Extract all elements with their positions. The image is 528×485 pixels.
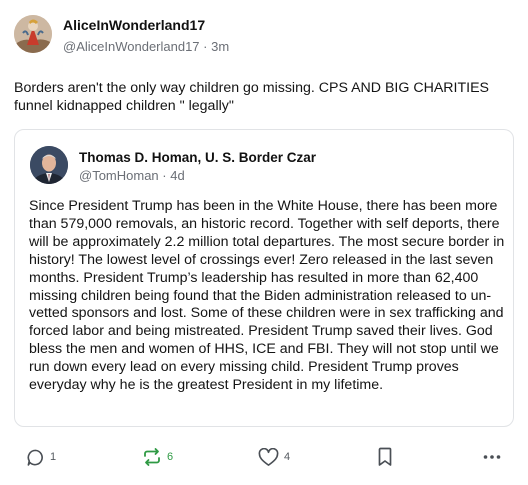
- reply-icon: [27, 449, 43, 466]
- post-text: Borders aren't the only way children go …: [14, 80, 490, 114]
- author-name[interactable]: AliceInWonderland17: [63, 17, 205, 33]
- quoted-author-avatar[interactable]: [30, 146, 68, 184]
- like-button[interactable]: 4: [258, 446, 290, 468]
- quoted-author-name[interactable]: Thomas D. Homan, U. S. Border Czar: [79, 150, 316, 165]
- author-handle[interactable]: @AliceInWonderland17: [63, 39, 200, 54]
- like-count: 4: [284, 451, 291, 463]
- quoted-author-handle[interactable]: @TomHoman: [79, 168, 159, 183]
- bookmark-icon: [378, 447, 392, 466]
- post-time[interactable]: 3m: [211, 39, 229, 54]
- repost-button[interactable]: 6: [142, 446, 173, 468]
- quoted-post[interactable]: Thomas D. Homan, U. S. Border Czar @TomH…: [14, 129, 514, 427]
- heart-icon: [258, 447, 279, 466]
- quoted-meta-separator: ·: [158, 168, 171, 183]
- more-icon: [483, 455, 501, 459]
- quoted-post-text: Since President Trump has been in the Wh…: [29, 198, 505, 394]
- post-card: AliceInWonderland17 @AliceInWonderland17…: [0, 0, 528, 485]
- reply-button[interactable]: 1: [26, 446, 56, 468]
- action-bar: 1 6 4: [0, 440, 528, 474]
- author-meta: @AliceInWonderland17 · 3m: [63, 39, 229, 54]
- repost-icon: [144, 448, 160, 466]
- quoted-author-meta: @TomHoman · 4d: [79, 168, 185, 183]
- quoted-post-time[interactable]: 4d: [170, 168, 184, 183]
- reply-count: 1: [50, 451, 57, 463]
- repost-count: 6: [167, 451, 174, 463]
- meta-separator: ·: [199, 39, 212, 54]
- more-options-button[interactable]: [483, 446, 501, 468]
- quoted-avatar-image: [30, 146, 68, 184]
- bookmark-button[interactable]: [377, 446, 393, 468]
- author-avatar[interactable]: [14, 15, 52, 53]
- avatar-image: [14, 15, 52, 53]
